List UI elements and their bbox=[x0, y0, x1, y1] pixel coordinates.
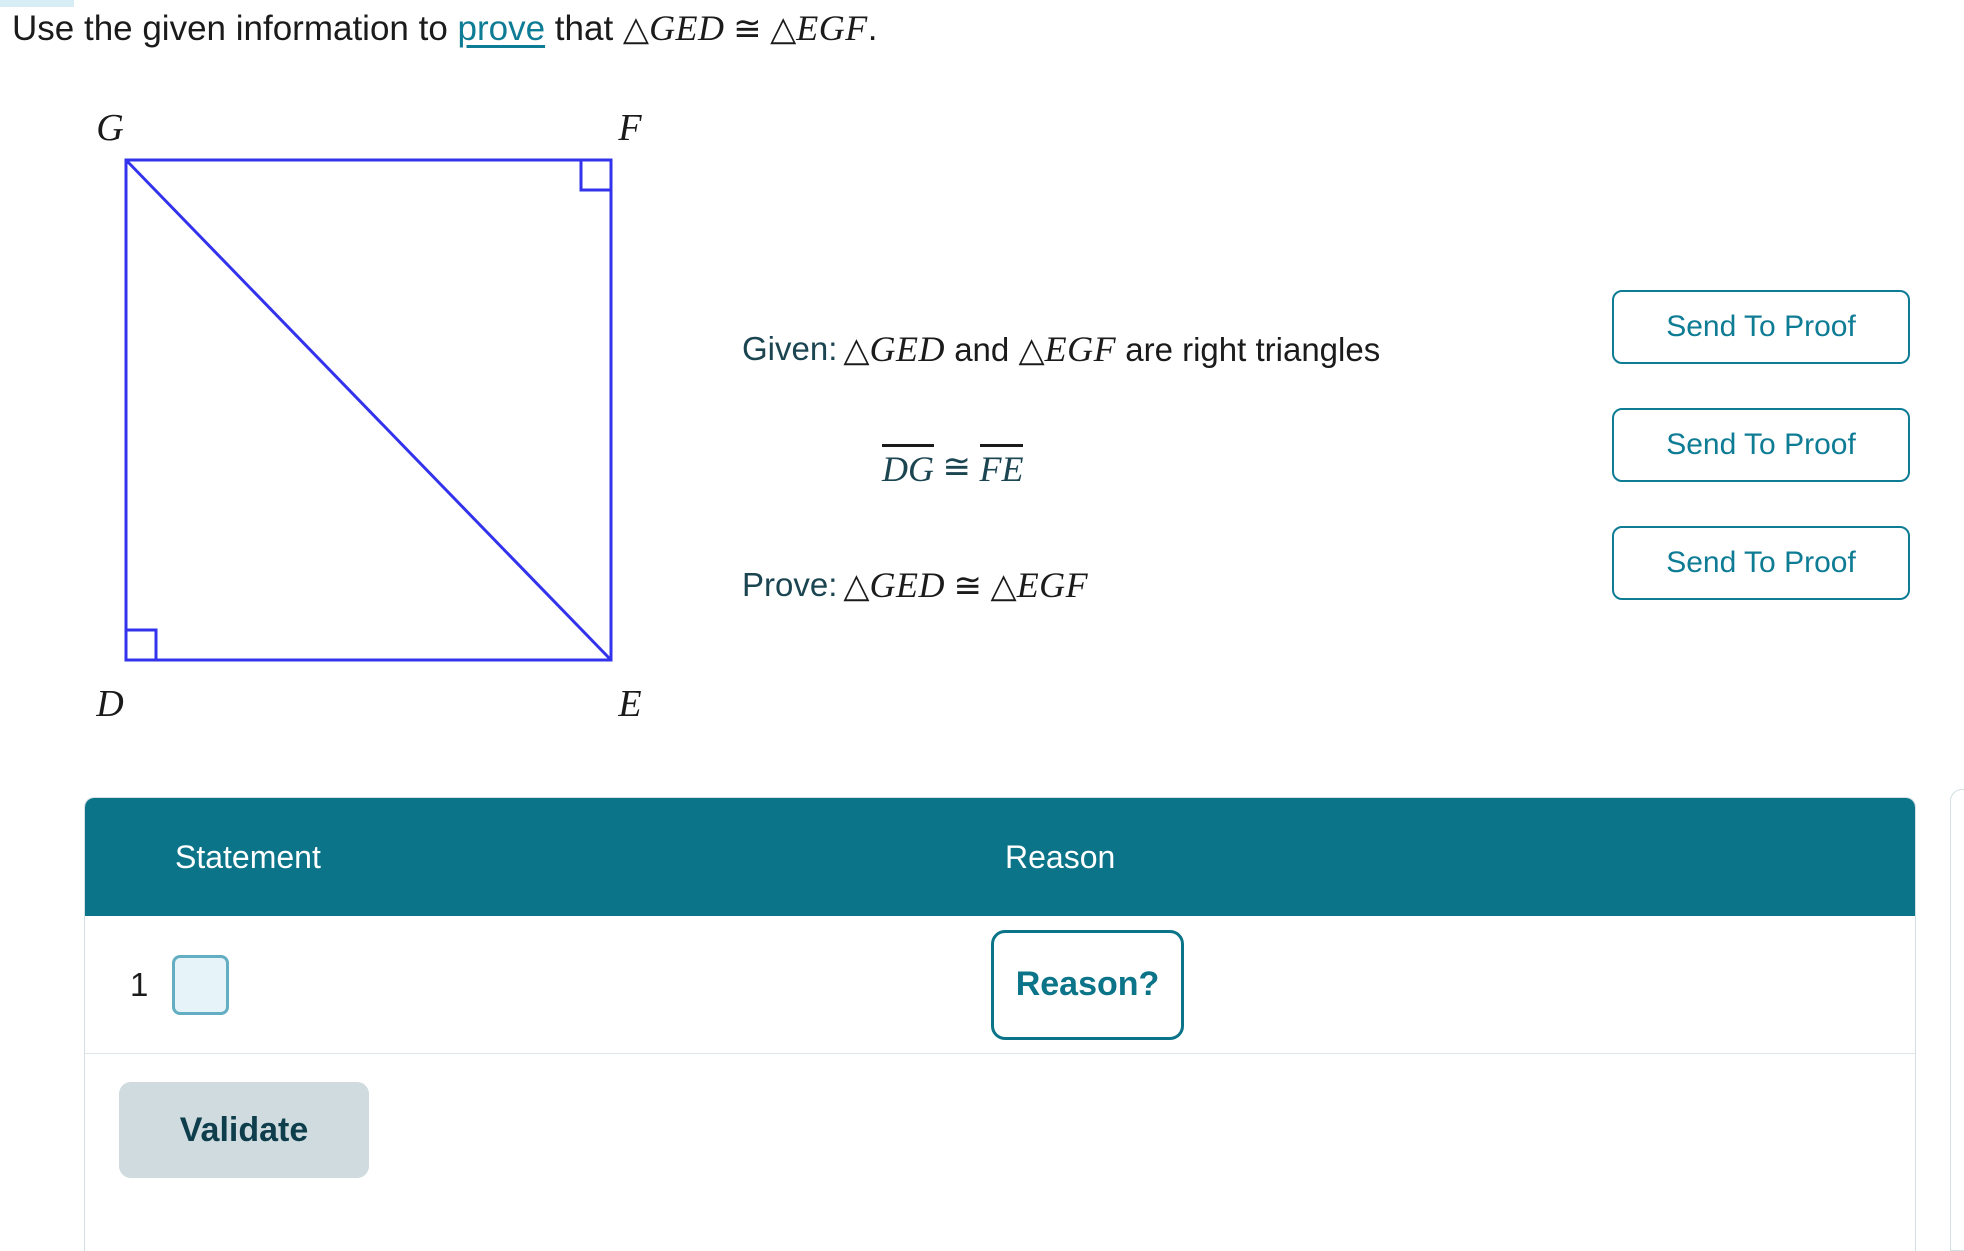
triangle-icon: △ bbox=[843, 332, 870, 369]
figure-svg: G F D E bbox=[96, 112, 642, 725]
given-segments-row: DG ≅ FE bbox=[742, 408, 1602, 526]
segment-DG: DG bbox=[882, 443, 934, 490]
table-row: 1 Reason? bbox=[85, 916, 1915, 1054]
triangle-icon: △ bbox=[843, 568, 870, 605]
segment-FE: FE bbox=[979, 443, 1024, 490]
congruent-icon: ≅ bbox=[945, 568, 991, 605]
row-number: 1 bbox=[130, 965, 149, 1003]
prove-row: Prove: △GED ≅ △EGF bbox=[742, 526, 1602, 644]
given-conjunction: and bbox=[945, 331, 1019, 368]
vertex-label-E: E bbox=[617, 683, 641, 725]
congruent-icon: ≅ bbox=[934, 449, 980, 486]
geometry-figure: G F D E bbox=[96, 112, 716, 792]
prove-link[interactable]: prove bbox=[458, 9, 546, 48]
adjacent-panel-sliver bbox=[1950, 789, 1964, 1251]
vertex-label-F: F bbox=[617, 112, 642, 149]
triangle-icon: △ bbox=[770, 11, 797, 48]
send-to-proof-button-prove[interactable]: Send To Proof bbox=[1612, 526, 1910, 600]
prove-triangle-one: GED bbox=[869, 565, 946, 605]
send-to-proof-button-segments[interactable]: Send To Proof bbox=[1612, 408, 1910, 482]
prove-expression: △GED ≅ △EGF bbox=[843, 564, 1088, 606]
proof-table-header: Statement Reason bbox=[85, 798, 1915, 916]
prompt-triangle-two: EGF bbox=[796, 8, 868, 48]
given-label: Given: bbox=[742, 330, 838, 367]
proof-table-panel: Statement Reason 1 Reason? Validate bbox=[84, 797, 1916, 1251]
prompt-period: . bbox=[867, 9, 878, 48]
prompt-text-after: that bbox=[545, 9, 623, 48]
validate-zone: Validate bbox=[85, 1054, 1915, 1251]
prove-triangle-two: EGF bbox=[1016, 565, 1089, 605]
triangle-icon: △ bbox=[990, 568, 1017, 605]
prompt-triangle-one: GED bbox=[649, 8, 725, 48]
vertex-label-G: G bbox=[96, 112, 123, 149]
given-prove-block: Given: △GED and △EGF are right triangles… bbox=[742, 290, 1602, 644]
send-to-proof-button-given[interactable]: Send To Proof bbox=[1612, 290, 1910, 364]
given-tail-text: are right triangles bbox=[1116, 331, 1381, 368]
triangle-icon: △ bbox=[622, 11, 650, 48]
triangle-icon: △ bbox=[1018, 332, 1045, 369]
right-angle-mark-D bbox=[126, 628, 158, 660]
page-title: Use the given information to prove that … bbox=[12, 6, 877, 52]
given-row: Given: △GED and △EGF are right triangles bbox=[742, 290, 1602, 408]
diagonal-segment-GE bbox=[124, 158, 613, 662]
send-to-proof-column: Send To Proof Send To Proof Send To Proo… bbox=[1612, 290, 1910, 644]
prove-label: Prove: bbox=[742, 566, 838, 603]
reason-button[interactable]: Reason? bbox=[991, 929, 1184, 1040]
prompt-text-before: Use the given information to bbox=[12, 9, 458, 48]
right-angle-mark-F bbox=[579, 160, 611, 192]
congruent-icon: ≅ bbox=[724, 11, 771, 48]
given-triangle-one: GED bbox=[869, 329, 946, 369]
validate-button[interactable]: Validate bbox=[119, 1082, 369, 1178]
vertex-label-D: D bbox=[96, 683, 124, 725]
statement-input[interactable] bbox=[172, 954, 229, 1015]
column-header-reason: Reason bbox=[1005, 838, 1116, 875]
column-header-statement: Statement bbox=[175, 838, 321, 875]
given-expression: △GED and △EGF are right triangles bbox=[843, 328, 1380, 370]
given-triangle-two: EGF bbox=[1044, 329, 1117, 369]
